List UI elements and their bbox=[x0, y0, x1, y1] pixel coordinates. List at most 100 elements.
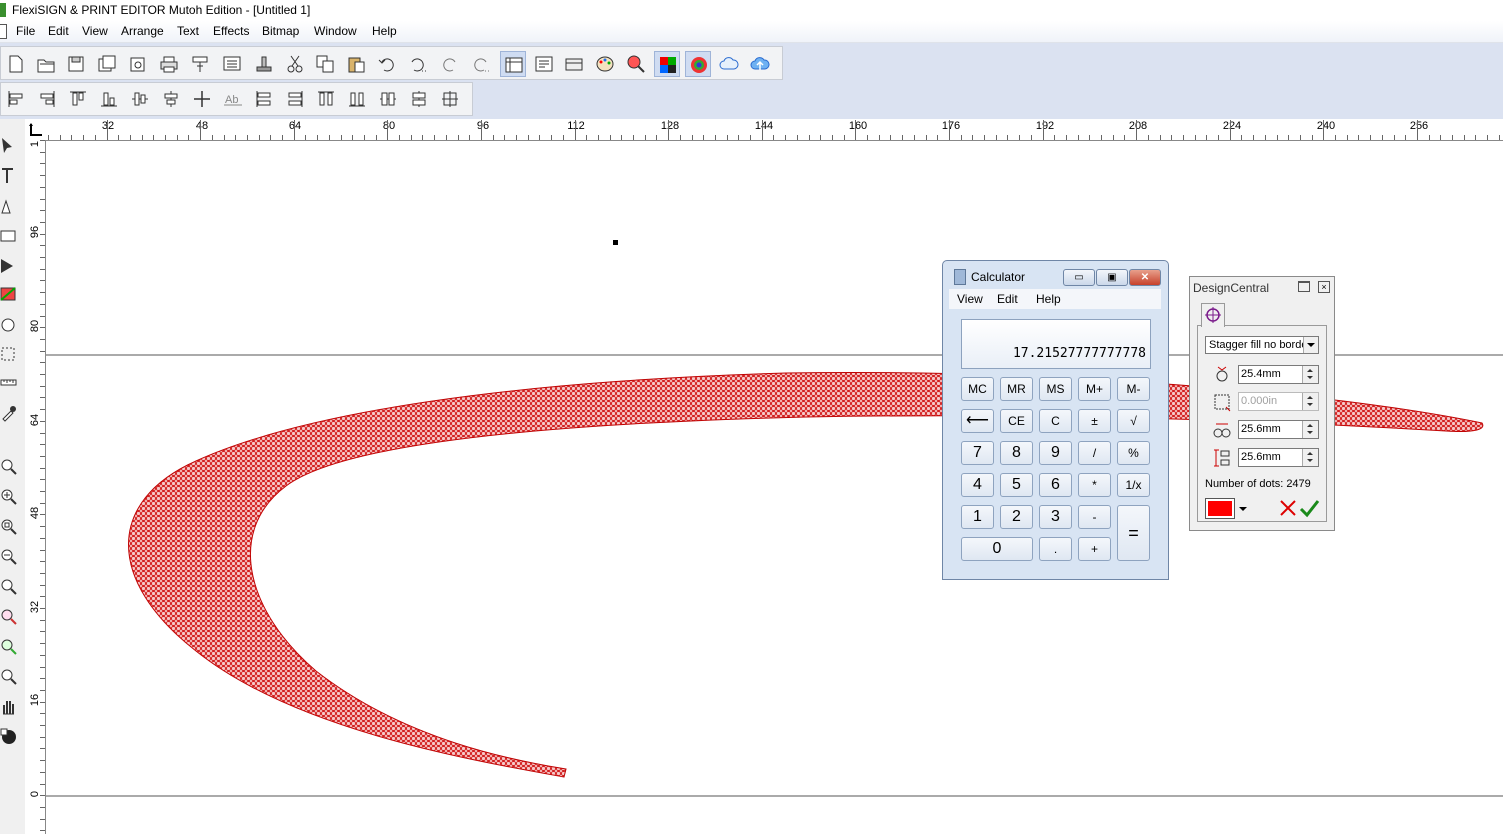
align-top-icon[interactable] bbox=[66, 87, 90, 111]
zoom-fit-tool-icon[interactable] bbox=[0, 575, 20, 601]
calc-mplus-button[interactable]: M+ bbox=[1078, 377, 1111, 401]
zoom-tool-icon[interactable] bbox=[0, 455, 20, 481]
zoom-page-tool-icon[interactable] bbox=[0, 515, 20, 541]
new-icon[interactable] bbox=[3, 51, 29, 77]
menu-effects[interactable]: Effects bbox=[213, 24, 249, 38]
print-icon[interactable] bbox=[156, 51, 182, 77]
calc-minus-button[interactable]: - bbox=[1078, 505, 1111, 529]
fill-tool-icon[interactable] bbox=[0, 282, 20, 308]
palette-icon[interactable] bbox=[592, 51, 618, 77]
distribute-bottom-icon[interactable] bbox=[345, 87, 369, 111]
horizontal-spacing-field[interactable]: 25.6mm bbox=[1238, 420, 1319, 439]
minimize-panel-icon[interactable] bbox=[1298, 281, 1310, 292]
calc-8-button[interactable]: 8 bbox=[1000, 441, 1033, 465]
calc-divide-button[interactable]: / bbox=[1078, 441, 1111, 465]
calc-decimal-button[interactable]: . bbox=[1039, 537, 1072, 561]
calculator-window[interactable]: Calculator ▭ ▣ ✕ View Edit Help 17.21527… bbox=[942, 260, 1169, 580]
center-both-icon[interactable] bbox=[190, 87, 214, 111]
distribute-right-icon[interactable] bbox=[283, 87, 307, 111]
zoom-out-tool-icon[interactable] bbox=[0, 545, 20, 571]
calc-7-button[interactable]: 7 bbox=[961, 441, 994, 465]
dot-size-field[interactable]: 25.4mm bbox=[1238, 365, 1319, 384]
document-icon[interactable] bbox=[0, 24, 7, 39]
cloud-upload-icon[interactable] bbox=[747, 51, 773, 77]
center-vertical-icon[interactable] bbox=[159, 87, 183, 111]
distribute-horizontal-icon[interactable] bbox=[376, 87, 400, 111]
center-horizontal-icon[interactable] bbox=[128, 87, 152, 111]
menu-text[interactable]: Text bbox=[177, 24, 199, 38]
zoom-previous-tool-icon[interactable] bbox=[0, 635, 20, 661]
calc-reciprocal-button[interactable]: 1/x bbox=[1117, 473, 1150, 497]
copy-icon[interactable] bbox=[312, 51, 338, 77]
calc-4-button[interactable]: 4 bbox=[961, 473, 994, 497]
calc-3-button[interactable]: 3 bbox=[1039, 505, 1072, 529]
menu-arrange[interactable]: Arrange bbox=[121, 24, 164, 38]
calc-backspace-button[interactable]: ⟵ bbox=[961, 409, 994, 433]
vertical-spacing-stepper[interactable] bbox=[1302, 449, 1318, 466]
rectangle-tool-icon[interactable] bbox=[0, 224, 20, 250]
save-as-icon[interactable] bbox=[94, 51, 120, 77]
shape-edit-tool-icon[interactable] bbox=[0, 254, 20, 280]
dot-size-stepper[interactable] bbox=[1302, 366, 1318, 383]
align-bottom-icon[interactable] bbox=[97, 87, 121, 111]
calc-ce-button[interactable]: CE bbox=[1000, 409, 1033, 433]
fill-color-swatch[interactable] bbox=[1205, 498, 1235, 519]
fill-stroke-swatch-icon[interactable] bbox=[0, 725, 20, 751]
cancel-icon[interactable] bbox=[1278, 498, 1298, 519]
select-tool-icon[interactable] bbox=[0, 134, 20, 160]
menu-file[interactable]: File bbox=[16, 24, 35, 38]
save-icon[interactable] bbox=[63, 51, 89, 77]
distribute-both-icon[interactable] bbox=[438, 87, 462, 111]
design-central-panel[interactable]: DesignCentral × Stagger fill no borde 25… bbox=[1189, 276, 1335, 531]
zoom-all-tool-icon[interactable] bbox=[0, 665, 20, 691]
cut-plot-icon[interactable] bbox=[187, 51, 213, 77]
calc-c-button[interactable]: C bbox=[1039, 409, 1072, 433]
swatches-icon[interactable] bbox=[654, 51, 680, 77]
color-picker-icon[interactable] bbox=[623, 51, 649, 77]
zoom-in-tool-icon[interactable] bbox=[0, 485, 20, 511]
calc-5-button[interactable]: 5 bbox=[1000, 473, 1033, 497]
calc-mc-button[interactable]: MC bbox=[961, 377, 994, 401]
calc-plus-button[interactable]: + bbox=[1078, 537, 1111, 561]
menu-window[interactable]: Window bbox=[314, 24, 357, 38]
horizontal-ruler[interactable]: 32 48 64 80 96 112 128 144 160 176 192 208 224 240 256 bbox=[45, 119, 1503, 141]
revert-icon[interactable] bbox=[125, 51, 151, 77]
calc-sqrt-button[interactable]: √ bbox=[1117, 409, 1150, 433]
open-icon[interactable] bbox=[33, 51, 59, 77]
align-right-icon[interactable] bbox=[35, 87, 59, 111]
hand-tool-icon[interactable] bbox=[0, 695, 20, 721]
paste-icon[interactable] bbox=[343, 51, 369, 77]
distribute-top-icon[interactable] bbox=[314, 87, 338, 111]
calc-percent-button[interactable]: % bbox=[1117, 441, 1150, 465]
menu-view[interactable]: View bbox=[82, 24, 108, 38]
vertical-ruler[interactable]: 1 96 80 64 48 32 16 0 bbox=[25, 140, 46, 834]
stamp-icon[interactable] bbox=[251, 51, 277, 77]
crop-tool-icon[interactable] bbox=[0, 342, 20, 368]
calc-ms-button[interactable]: MS bbox=[1039, 377, 1072, 401]
calc-2-button[interactable]: 2 bbox=[1000, 505, 1033, 529]
contour-tool-icon[interactable] bbox=[0, 312, 20, 338]
horizontal-spacing-stepper[interactable] bbox=[1302, 421, 1318, 438]
job-list-icon[interactable] bbox=[531, 51, 557, 77]
chevron-down-icon[interactable] bbox=[1303, 337, 1318, 353]
selection-handle[interactable] bbox=[613, 240, 618, 245]
calc-mminus-button[interactable]: M- bbox=[1117, 377, 1150, 401]
apply-check-icon[interactable] bbox=[1299, 498, 1320, 519]
measure-tool-icon[interactable] bbox=[0, 370, 20, 396]
fill-type-select[interactable]: Stagger fill no borde bbox=[1205, 336, 1319, 354]
calc-menu-view[interactable]: View bbox=[957, 292, 983, 306]
layers-icon[interactable] bbox=[500, 51, 526, 77]
distribute-vertical-icon[interactable] bbox=[407, 87, 431, 111]
text-tool-icon[interactable] bbox=[0, 164, 20, 190]
distribute-left-icon[interactable] bbox=[252, 87, 276, 111]
calc-multiply-button[interactable]: * bbox=[1078, 473, 1111, 497]
production-manager-icon[interactable] bbox=[219, 51, 245, 77]
calc-equals-button[interactable]: = bbox=[1117, 505, 1150, 561]
zoom-selection-tool-icon[interactable] bbox=[0, 605, 20, 631]
eyedropper-tool-icon[interactable] bbox=[0, 401, 20, 427]
calc-menu-edit[interactable]: Edit bbox=[997, 292, 1018, 306]
calc-mr-button[interactable]: MR bbox=[1000, 377, 1033, 401]
undo-list-icon[interactable] bbox=[405, 51, 431, 77]
calc-1-button[interactable]: 1 bbox=[961, 505, 994, 529]
color-dropdown-icon[interactable] bbox=[1237, 498, 1250, 519]
